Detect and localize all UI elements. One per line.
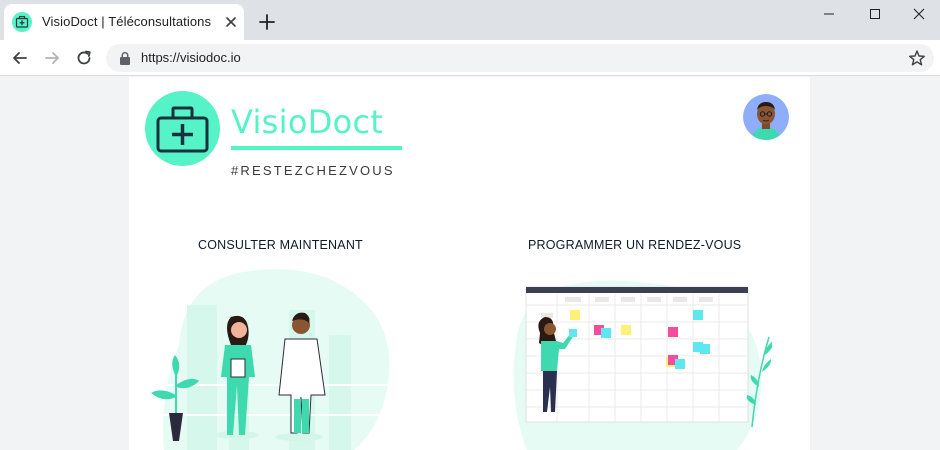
tab-strip: VisioDoct | Téléconsultations — [0, 0, 940, 40]
medical-kit-icon — [12, 12, 32, 32]
browser-tab[interactable]: VisioDoct | Téléconsultations — [4, 4, 244, 40]
forward-button[interactable] — [40, 46, 64, 70]
page-viewport: VisioDoct #RESTEZCHEZVOUS CONSULTER MAIN… — [0, 77, 940, 450]
tab-title: VisioDoct | Téléconsultations — [42, 14, 212, 29]
arrow-left-icon — [13, 52, 27, 64]
lock-icon — [120, 51, 130, 65]
minimize-button[interactable] — [806, 0, 852, 28]
user-avatar-icon — [743, 94, 789, 140]
calendar-illustration[interactable] — [507, 277, 772, 450]
close-icon — [913, 8, 925, 20]
reload-icon — [77, 50, 91, 65]
minimize-icon — [824, 13, 834, 15]
medical-kit-icon — [156, 106, 209, 153]
browser-toolbar: https://visiodoc.io — [0, 40, 940, 76]
maximize-icon — [870, 9, 880, 19]
star-icon[interactable] — [908, 49, 926, 67]
brand-underline — [231, 146, 402, 150]
doctors-illustration[interactable] — [139, 265, 409, 450]
maximize-button[interactable] — [852, 0, 898, 28]
back-button[interactable] — [8, 46, 32, 70]
logo[interactable] — [145, 91, 220, 166]
address-bar[interactable]: https://visiodoc.io — [106, 44, 934, 72]
page-card: VisioDoct #RESTEZCHEZVOUS CONSULTER MAIN… — [129, 77, 810, 450]
schedule-appointment-link[interactable]: PROGRAMMER UN RENDEZ-VOUS — [528, 238, 741, 252]
plus-icon[interactable] — [256, 11, 278, 33]
reload-button[interactable] — [72, 46, 96, 70]
window-close-button[interactable] — [896, 0, 940, 28]
tagline: #RESTEZCHEZVOUS — [231, 163, 395, 178]
brand-name: VisioDoct — [231, 103, 384, 141]
url-text: https://visiodoc.io — [141, 50, 241, 65]
close-icon[interactable] — [222, 13, 240, 31]
avatar[interactable] — [743, 94, 789, 140]
arrow-right-icon — [45, 52, 59, 64]
consult-now-link[interactable]: CONSULTER MAINTENANT — [198, 238, 363, 252]
